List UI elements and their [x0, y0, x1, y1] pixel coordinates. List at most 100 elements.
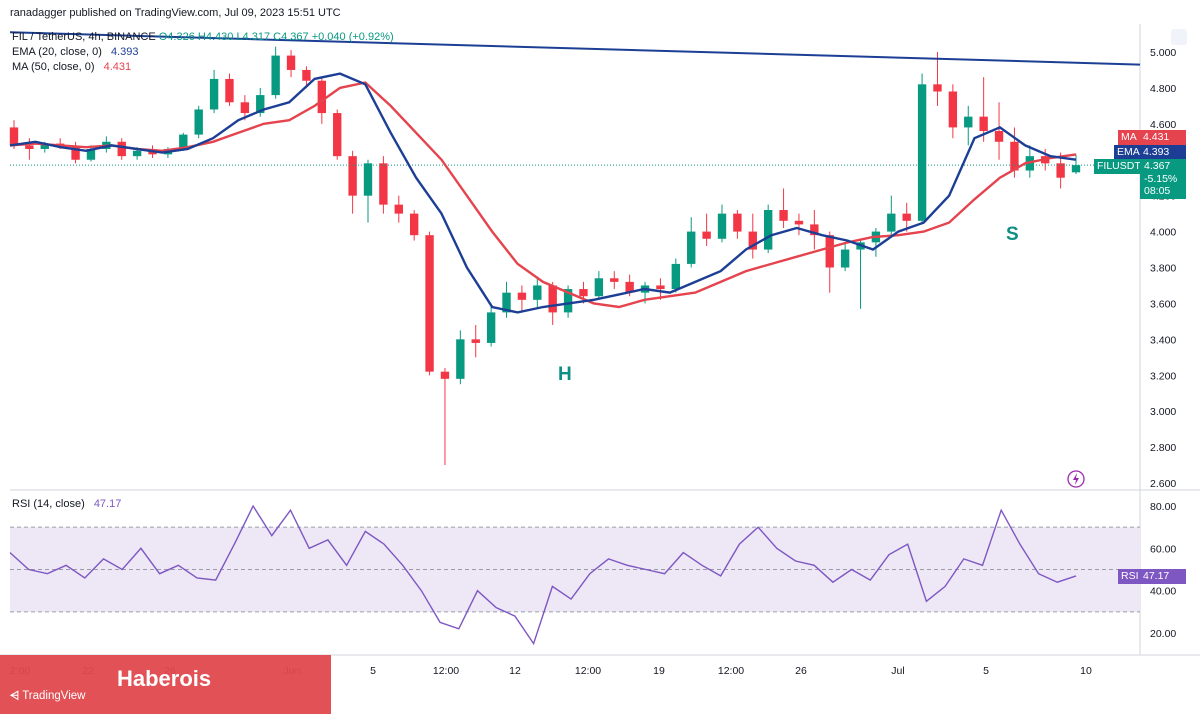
bar-countdown: 08:05	[1144, 185, 1171, 197]
candle-body	[948, 91, 958, 128]
candle-series	[9, 46, 1140, 466]
time-tick-label: 19	[653, 665, 665, 677]
candle-body	[379, 163, 388, 205]
symbol-name[interactable]: FIL / TetherUS, 4h, BINANCE	[12, 31, 156, 43]
candle-body	[456, 339, 465, 379]
time-tick-label: 5	[983, 665, 989, 677]
candle-body	[9, 127, 19, 146]
lightning-icon[interactable]	[1066, 469, 1086, 489]
rsi-tick-label: 60.00	[1150, 543, 1176, 555]
ohlc-open: O4.326	[158, 31, 195, 43]
ohlc-close: C4.367	[273, 31, 309, 43]
time-tick-label: 10	[1080, 665, 1092, 677]
price-tick-label: 2.600	[1150, 478, 1176, 490]
candle-body	[25, 145, 34, 149]
time-tick-label: 26	[795, 665, 807, 677]
publisher-line: ranadagger published on TradingView.com,…	[10, 7, 341, 19]
ma-value: 4.431	[103, 61, 132, 73]
candle-body	[194, 109, 203, 135]
price-tick-label: 2.800	[1150, 442, 1176, 454]
candle-body	[902, 213, 911, 221]
chart-settings-button[interactable]	[1171, 29, 1187, 45]
candle-body	[579, 289, 588, 297]
tradingview-logo-text: TradingView	[22, 690, 86, 702]
candle-body	[994, 131, 1004, 142]
symbol-axis-tag: FILUSDT	[1094, 159, 1141, 174]
candle-body	[887, 213, 896, 232]
price-tick-label: 5.000	[1150, 47, 1176, 59]
ema-label: EMA (20, close, 0)	[12, 46, 102, 58]
time-tick-label: 12:00	[433, 665, 459, 677]
candle-body	[825, 235, 834, 268]
ema-value: 4.393	[110, 46, 139, 58]
candle-body	[594, 278, 604, 297]
watermark-banner: Haberois	[0, 655, 331, 714]
price-tick-label: 4.800	[1150, 83, 1176, 95]
tradingview-logo[interactable]: ⩤ TradingView	[10, 690, 86, 703]
rsi-legend[interactable]: RSI (14, close) 47.17	[12, 498, 121, 510]
time-tick-label: 12:00	[575, 665, 601, 677]
candle-body	[333, 113, 342, 157]
price-tick-label: 3.800	[1150, 263, 1176, 275]
ema-axis-value: 4.393	[1140, 145, 1186, 160]
candle-body	[794, 220, 804, 225]
price-tick-label: 4.000	[1150, 227, 1176, 239]
candle-body	[964, 116, 973, 128]
ma-legend[interactable]: MA (50, close, 0) 4.431	[12, 61, 131, 73]
ma50-line	[9, 81, 1077, 309]
rsi-tick-label: 40.00	[1150, 586, 1176, 598]
symbol-ohlc-line: FIL / TetherUS, 4h, BINANCE O4.326 H4.43…	[12, 31, 394, 43]
candle-body	[702, 231, 711, 239]
candle-body	[486, 312, 496, 343]
candle-body	[656, 285, 665, 290]
ma-axis-value: 4.431	[1140, 130, 1186, 145]
candle-body	[917, 84, 927, 221]
price-tick-label: 3.600	[1150, 298, 1176, 310]
candle-body	[548, 285, 557, 313]
last-price-box: 4.367 -5.15% 08:05	[1140, 159, 1186, 199]
candle-body	[317, 80, 327, 114]
time-tick-label: 12	[509, 665, 521, 677]
candle-body	[117, 141, 126, 157]
candle-body	[933, 84, 942, 92]
candle-body	[717, 213, 727, 239]
candle-body	[425, 235, 434, 372]
candle-body	[271, 55, 280, 96]
time-tick-label: Jul	[891, 665, 904, 677]
ema20-series	[9, 72, 1077, 314]
candle-body	[610, 278, 619, 282]
rsi-value: 47.17	[93, 498, 122, 510]
candle-body	[363, 163, 373, 196]
candle-body	[1010, 141, 1019, 171]
rsi-tick-label: 20.00	[1150, 628, 1176, 640]
ma-label: MA (50, close, 0)	[12, 61, 95, 73]
price-tick-label: 3.200	[1150, 370, 1176, 382]
price-tick-label: 3.400	[1150, 334, 1176, 346]
candle-body	[733, 213, 742, 232]
candle-body	[471, 339, 480, 343]
rsi-label: RSI (14, close)	[12, 498, 85, 510]
candle-body	[1071, 165, 1081, 173]
candle-body	[440, 371, 450, 379]
candle-body	[394, 204, 403, 214]
rsi-band	[10, 526, 1140, 613]
last-price: 4.367	[1144, 160, 1171, 172]
candle-body	[209, 78, 219, 110]
candle-body	[240, 102, 250, 114]
candle-body	[286, 55, 296, 70]
candle-body	[517, 292, 527, 300]
candle-body	[409, 213, 419, 236]
candle-body	[979, 116, 988, 132]
candle-body	[132, 150, 142, 157]
candle-body	[348, 156, 357, 196]
ohlc-change: +0.040 (+0.92%)	[311, 31, 394, 43]
time-tick-label: 5	[370, 665, 376, 677]
watermark-text: Haberois	[117, 666, 212, 691]
candle-body	[302, 69, 311, 81]
candle-body	[225, 78, 234, 103]
tradingview-logo-icon: ⩤	[10, 690, 20, 702]
rsi-axis-tag: RSI	[1118, 569, 1140, 584]
ma50-series	[9, 81, 1077, 309]
ohlc-low: L4.317	[236, 31, 271, 43]
ema-legend[interactable]: EMA (20, close, 0) 4.393	[12, 46, 138, 58]
